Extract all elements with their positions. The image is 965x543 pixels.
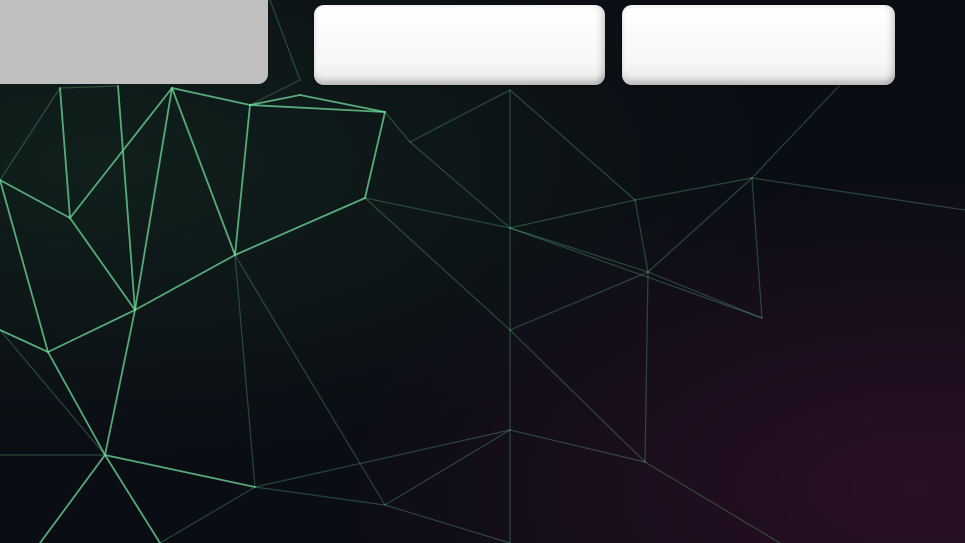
blank-button-2[interactable] <box>622 5 895 85</box>
gray-panel-label <box>0 0 268 42</box>
blank-button-1[interactable] <box>314 5 605 85</box>
blank-button-1-label <box>314 5 605 57</box>
desktop-background <box>0 0 965 543</box>
gray-panel[interactable] <box>0 0 268 84</box>
blank-button-2-label <box>622 5 895 57</box>
